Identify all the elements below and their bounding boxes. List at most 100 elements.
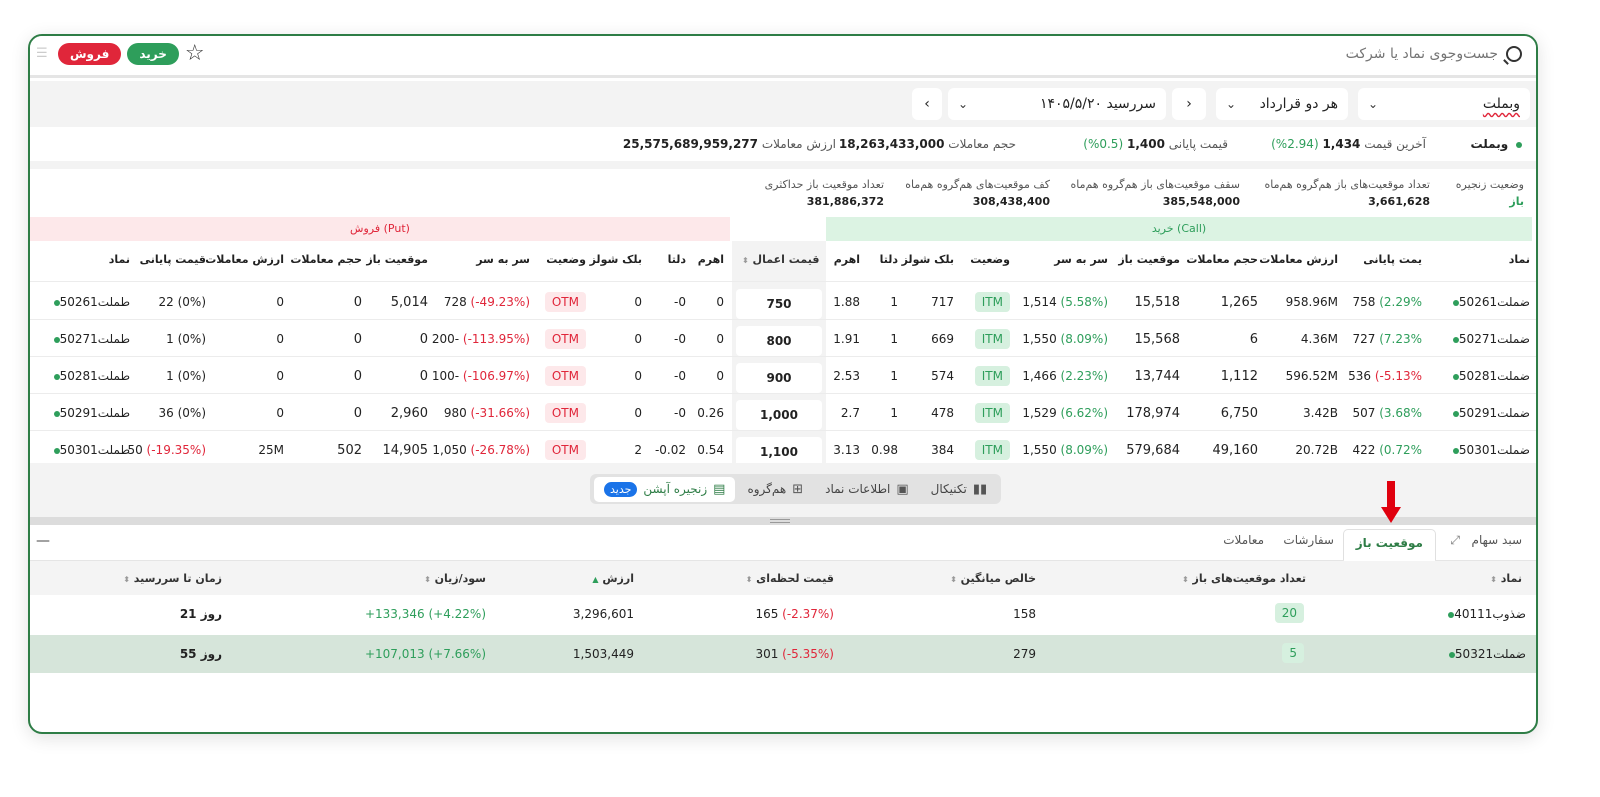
- symbol-label: طملت50281: [59, 369, 130, 383]
- col-open-count[interactable]: ⬍ تعداد موقعیت‌های باز: [1182, 572, 1306, 585]
- call-col-header[interactable]: حجم معاملات: [1186, 253, 1258, 266]
- close-change: (-19.35%): [146, 443, 206, 457]
- put-close: 36 (0%): [159, 406, 207, 420]
- tab-open-positions[interactable]: موقعیت باز: [1342, 529, 1436, 562]
- call-col-header[interactable]: اهرم: [834, 253, 860, 266]
- put-oi: 2,960: [390, 406, 428, 421]
- call-col-header[interactable]: ارزش معاملات: [1259, 253, 1338, 266]
- put-symbol[interactable]: طملت50271: [50, 332, 130, 346]
- call-col-header[interactable]: موقعیت باز: [1118, 253, 1180, 266]
- contract-select[interactable]: هر دو قرارداد ⌄: [1216, 88, 1348, 120]
- breakeven-change: (2.23%): [1060, 369, 1108, 383]
- moneyness-badge: ITM: [974, 292, 1010, 312]
- put-symbol[interactable]: طملت50301: [50, 443, 130, 457]
- put-bs: 2: [634, 443, 642, 457]
- pos-symbol[interactable]: ضذوب40111: [1444, 607, 1526, 621]
- pos-price-value: 301: [755, 647, 779, 661]
- call-col-header[interactable]: وضعیت: [970, 253, 1010, 266]
- col-symbol[interactable]: ⬍ نماد: [1490, 572, 1522, 585]
- row-divider: [30, 356, 1536, 357]
- expiry-prev-button[interactable]: ‹: [1172, 88, 1206, 120]
- tab-option-chain[interactable]: ▤ زنجیره آپشن جدید: [594, 476, 736, 502]
- buy-button[interactable]: خرید: [127, 43, 179, 65]
- expiry-next-button[interactable]: ›: [912, 88, 942, 120]
- resize-splitter[interactable]: [30, 517, 1536, 525]
- put-volume: 0: [353, 369, 362, 384]
- put-col-header[interactable]: بلک شولز: [590, 253, 642, 266]
- put-symbol[interactable]: طملت50291: [50, 406, 130, 420]
- strike-header-label: قیمت اعمال: [752, 253, 820, 266]
- breakeven-value: 1,529: [1022, 406, 1061, 420]
- put-col-header[interactable]: نماد: [109, 253, 130, 266]
- new-badge: جدید: [604, 481, 638, 497]
- tab-group[interactable]: ⊞ هم‌گروه: [737, 477, 813, 502]
- breakeven-value: 1,550: [1022, 332, 1061, 346]
- put-col-header[interactable]: سر به سر: [476, 253, 530, 266]
- star-icon[interactable]: ☆: [185, 43, 205, 65]
- call-col-header[interactable]: دلتا: [880, 253, 898, 266]
- put-col-header[interactable]: ارزش معاملات: [205, 253, 284, 266]
- symbol-select[interactable]: وبملت ⌄: [1358, 88, 1530, 120]
- call-symbol[interactable]: ضملت50271: [1449, 332, 1530, 346]
- expiry-select[interactable]: سررسید ۱۴۰۵/۵/۲۰ ⌄: [948, 88, 1166, 120]
- call-symbol[interactable]: ضملت50281: [1449, 369, 1530, 383]
- tab-symbol-info[interactable]: ▣ اطلاعات نماد: [815, 477, 919, 502]
- col-days[interactable]: ⬍ زمان تا سررسید: [123, 572, 222, 585]
- call-symbol[interactable]: ضملت50291: [1449, 406, 1530, 420]
- tab-technical[interactable]: ▮▮ تکنیکال: [921, 477, 998, 502]
- breakeven-change: (6.62%): [1060, 406, 1108, 420]
- search-bar[interactable]: [1318, 46, 1522, 62]
- breakeven-value: 1,514: [1022, 295, 1061, 309]
- moneyness-badge: OTM: [544, 366, 586, 386]
- tab-trades[interactable]: معاملات: [1223, 533, 1264, 547]
- positions-header: ⬍ نماد ⬍ تعداد موقعیت‌های باز ⬍ خالص میا…: [30, 561, 1536, 595]
- put-symbol[interactable]: طملت50261: [50, 295, 130, 309]
- call-col-header[interactable]: سر به سر: [1054, 253, 1108, 266]
- put-be: 980 (-31.66%): [444, 406, 530, 420]
- put-col-header[interactable]: دلتا: [668, 253, 686, 266]
- tab-orders[interactable]: سفارشات: [1283, 533, 1334, 547]
- list-icon[interactable]: ☰: [36, 47, 52, 61]
- tab-portfolio[interactable]: سبد سهام: [1472, 533, 1522, 547]
- col-avg[interactable]: ⬍ خالص میانگین: [950, 572, 1036, 585]
- pos-price: 165 (-2.37%): [755, 607, 834, 621]
- breakeven-change: (-113.95%): [462, 332, 530, 346]
- call-symbol[interactable]: ضملت50261: [1449, 295, 1530, 309]
- call-status: ITM: [974, 440, 1010, 460]
- put-delta: -0: [674, 332, 686, 346]
- table-row[interactable]: ضذوب40111 20 158 165 (-2.37%) 3,296,601 …: [30, 595, 1536, 633]
- put-value: 0: [276, 332, 284, 346]
- breakeven-change: (-106.97%): [462, 369, 530, 383]
- divider: [30, 161, 1536, 169]
- strike-header[interactable]: ⬍ قیمت اعمال: [742, 253, 822, 293]
- expand-icon[interactable]: ⤢: [1450, 533, 1460, 548]
- call-col-header[interactable]: نماد: [1509, 253, 1530, 266]
- table-row-selected[interactable]: ضملت50321 5 279 301 (-5.35%) 1,503,449 +…: [30, 635, 1536, 673]
- col-pnl[interactable]: ⬍ سود/زیان: [424, 572, 486, 585]
- sell-button[interactable]: فروش: [58, 43, 122, 65]
- sort-icon: ⬍: [424, 575, 431, 584]
- call-symbol[interactable]: ضملت50301: [1449, 443, 1530, 457]
- put-col-header[interactable]: قیمت پایانی: [140, 253, 206, 266]
- call-col-header[interactable]: بلک شولز: [902, 253, 954, 266]
- symbol-label: طملت50301: [59, 443, 130, 457]
- put-lev: 0: [716, 369, 724, 383]
- pos-symbol-label: ضملت50321: [1454, 647, 1526, 661]
- strike-price: 1,000: [736, 400, 822, 430]
- put-col-header[interactable]: وضعیت: [546, 253, 586, 266]
- put-col-header[interactable]: اهرم: [698, 253, 724, 266]
- put-col-header[interactable]: حجم معاملات: [290, 253, 362, 266]
- col-price[interactable]: ⬍ قیمت لحظه‌ای: [746, 572, 834, 585]
- search-input[interactable]: [1318, 46, 1498, 62]
- row-divider: [30, 430, 1536, 431]
- minimize-icon[interactable]: —: [36, 533, 50, 549]
- put-col-header[interactable]: موقعیت باز: [366, 253, 428, 266]
- pos-symbol[interactable]: ضملت50321: [1445, 647, 1526, 661]
- col-value[interactable]: ▲ ارزش: [592, 572, 634, 585]
- put-lev: 0.26: [697, 406, 724, 420]
- call-col-header[interactable]: یمت پایانی: [1363, 253, 1422, 266]
- col-label: نماد: [1500, 572, 1522, 585]
- grip-icon: [770, 519, 790, 523]
- strike-price: 750: [736, 289, 822, 319]
- put-symbol[interactable]: طملت50281: [50, 369, 130, 383]
